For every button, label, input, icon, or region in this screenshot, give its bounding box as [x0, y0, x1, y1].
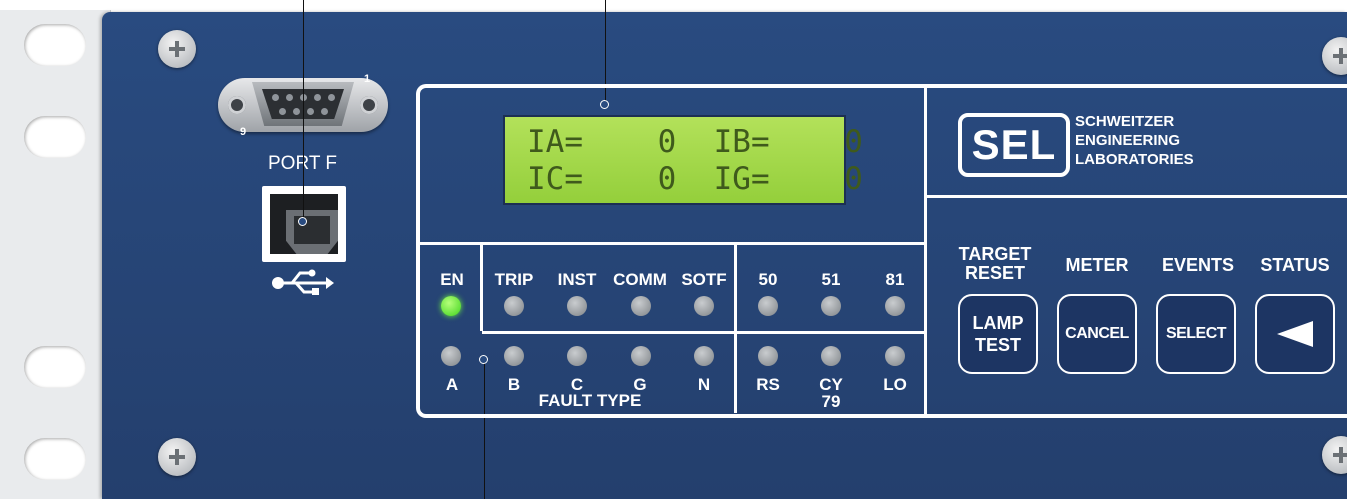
- sotf-led: [694, 296, 714, 316]
- rack-ear: [0, 10, 111, 499]
- divider: [926, 195, 1347, 198]
- left-arrow-button[interactable]: [1255, 294, 1335, 374]
- status-label: STATUS: [1260, 255, 1330, 275]
- lamp-test-button[interactable]: LAMP TEST: [958, 294, 1038, 374]
- trip-led: [504, 296, 524, 316]
- callout-dot: [298, 217, 307, 226]
- inst-led: [567, 296, 587, 316]
- en-led: [441, 296, 461, 316]
- divider: [734, 243, 737, 413]
- label-81: 81: [885, 270, 905, 289]
- lcd-line-1: IA= 0 IB= 0: [527, 124, 863, 160]
- en-label: EN: [440, 270, 464, 289]
- divider: [924, 86, 927, 414]
- meter-label: METER: [1065, 255, 1129, 275]
- fault-n-led: [694, 346, 714, 366]
- lcd-display: IA= 0 IB= 0 IC= 0 IG= 0: [503, 115, 863, 205]
- serial-pin-1-label: 1: [364, 73, 371, 85]
- fault-a-led: [441, 346, 461, 366]
- select-button[interactable]: SELECT: [1156, 294, 1236, 374]
- inst-label: INST: [557, 270, 597, 289]
- led-50: [758, 296, 778, 316]
- fault-c-led: [567, 346, 587, 366]
- fault-a-label: A: [445, 375, 459, 394]
- jackscrew-left: [228, 96, 246, 114]
- fault-type-caption: FAULT TYPE: [538, 391, 642, 410]
- lo-label: LO: [883, 375, 907, 394]
- comm-label: COMM: [613, 270, 667, 289]
- events-label: EVENTS: [1161, 255, 1235, 275]
- fault-b-led: [504, 346, 524, 366]
- fault-g-led: [631, 346, 651, 366]
- sotf-label: SOTF: [681, 270, 727, 289]
- lcd-line-2: IC= 0 IG= 0: [527, 161, 863, 197]
- fault-n-label: N: [697, 375, 711, 394]
- callout-line-usb: [303, 0, 304, 220]
- serial-pin-9-label: 9: [240, 126, 247, 138]
- divider: [482, 331, 925, 334]
- led-81: [885, 296, 905, 316]
- cy-led: [821, 346, 841, 366]
- cy-79-label: 79: [821, 392, 841, 411]
- lo-led: [885, 346, 905, 366]
- label-50: 50: [758, 270, 778, 289]
- mounting-slot: [24, 116, 86, 158]
- mounting-slot: [24, 438, 86, 480]
- left-arrow-icon: [1277, 321, 1313, 347]
- comm-led: [631, 296, 651, 316]
- trip-label: TRIP: [494, 270, 534, 289]
- screw-icon: [158, 30, 196, 68]
- screw-icon: [158, 438, 196, 476]
- label-51: 51: [821, 270, 841, 289]
- usb-icon: [270, 268, 336, 303]
- brand-line-1: SCHWEITZER: [1075, 113, 1175, 130]
- brand-line-2: ENGINEERING: [1075, 132, 1181, 149]
- rs-label: RS: [756, 375, 780, 394]
- mounting-slot: [24, 24, 86, 66]
- brand-line-3: LABORATORIES: [1075, 151, 1194, 168]
- target-reset-label: TARGET RESET: [958, 244, 1032, 283]
- jackscrew-right: [360, 96, 378, 114]
- sel-logo: SEL: [958, 113, 1070, 177]
- divider: [420, 242, 925, 245]
- led-51: [821, 296, 841, 316]
- cancel-button[interactable]: CANCEL: [1057, 294, 1137, 374]
- mounting-slot: [24, 346, 86, 388]
- rs-led: [758, 346, 778, 366]
